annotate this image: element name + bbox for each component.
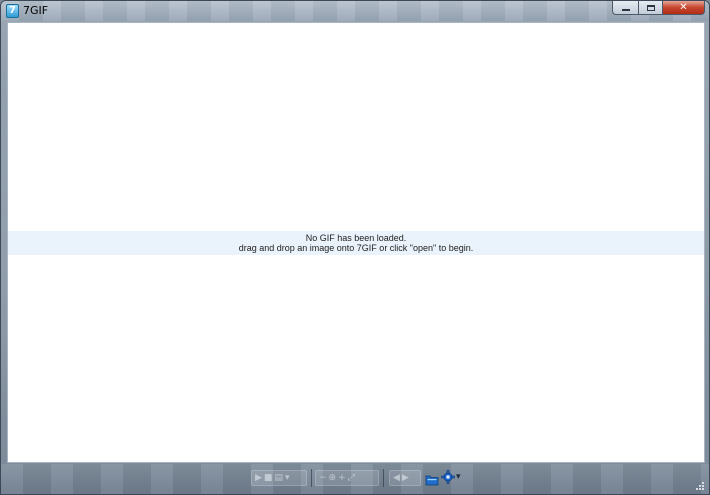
- maximize-button[interactable]: [638, 1, 662, 15]
- maximize-icon: [646, 4, 655, 11]
- frame-button[interactable]: ▤: [274, 472, 283, 484]
- app-window: 7 7GIF ✕ No GIF has been loaded. drag an…: [0, 0, 710, 495]
- open-button[interactable]: [425, 471, 439, 486]
- window-title: 7GIF: [23, 4, 49, 17]
- zoom-out-icon: −: [319, 473, 327, 483]
- magnifier-icon: ⊕: [328, 473, 337, 483]
- frame-step-controls: ◀ ▶: [389, 470, 421, 486]
- next-icon: ▶: [401, 473, 409, 483]
- zoom-out-button[interactable]: −: [319, 472, 327, 484]
- fit-window-button[interactable]: ⤢: [348, 472, 355, 484]
- zoom-controls: − ⊕ + ⤢: [315, 470, 379, 486]
- playback-toolbar: ▶ ■ ▤ ▾ − ⊕ + ⤢ ◀ ▶: [1, 464, 709, 494]
- folder-open-icon: [425, 475, 439, 486]
- close-button[interactable]: ✕: [662, 1, 705, 15]
- resize-grip-icon[interactable]: [695, 481, 705, 491]
- toolbar-divider: [383, 469, 384, 487]
- gear-icon: [441, 470, 455, 484]
- minimize-icon: [621, 9, 630, 11]
- chevron-down-icon: ▾: [284, 473, 290, 483]
- 7gif-app-icon[interactable]: 7: [6, 4, 19, 18]
- playback-controls: ▶ ■ ▤ ▾: [251, 470, 307, 486]
- title-bar[interactable]: 7 7GIF ✕: [1, 1, 709, 21]
- empty-state-line-2: drag and drop an image onto 7GIF or clic…: [238, 243, 474, 253]
- zoom-in-icon: +: [338, 473, 346, 483]
- frame-dropdown-button[interactable]: ▾: [285, 472, 290, 484]
- play-button[interactable]: ▶: [255, 472, 262, 484]
- chevron-down-icon: ▾: [456, 472, 461, 482]
- fit-icon: ⤢: [347, 473, 355, 483]
- zoom-button[interactable]: ⊕: [329, 472, 337, 484]
- minimize-button[interactable]: [612, 1, 638, 15]
- stop-icon: ■: [263, 473, 273, 483]
- frame-icon: ▤: [274, 473, 283, 483]
- toolbar-divider: [311, 469, 312, 487]
- gif-viewer-area[interactable]: No GIF has been loaded. drag and drop an…: [7, 22, 705, 463]
- play-icon: ▶: [255, 473, 262, 483]
- settings-button[interactable]: ▾: [441, 470, 463, 484]
- stop-button[interactable]: ■: [264, 472, 273, 484]
- previous-frame-button[interactable]: ◀: [393, 472, 400, 484]
- empty-state-message: No GIF has been loaded. drag and drop an…: [8, 231, 704, 255]
- empty-state-line-1: No GIF has been loaded.: [305, 233, 407, 243]
- zoom-in-button[interactable]: +: [338, 472, 346, 484]
- next-frame-button[interactable]: ▶: [402, 472, 409, 484]
- previous-icon: ◀: [393, 473, 400, 483]
- close-icon: ✕: [679, 2, 688, 13]
- caption-buttons: ✕: [612, 1, 705, 15]
